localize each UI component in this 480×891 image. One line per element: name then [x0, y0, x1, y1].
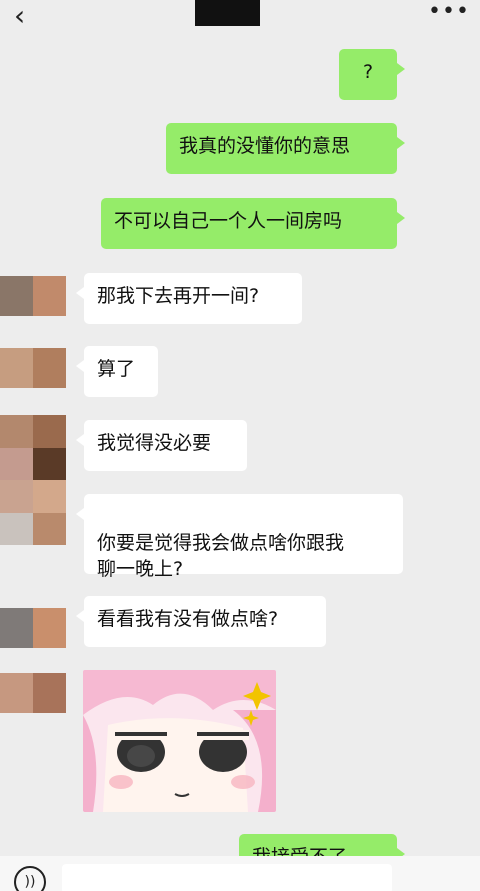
more-icon[interactable]: •••	[428, 1, 470, 23]
avatar[interactable]	[0, 673, 66, 713]
message-text: 你要是觉得我会做点啥你跟我 聊一晚上?	[97, 532, 345, 580]
avatar[interactable]	[0, 348, 66, 388]
message-bubble-received[interactable]: 那我下去再开一间?	[76, 273, 302, 324]
message-text: ?	[362, 61, 374, 83]
message-bubble-received[interactable]: 算了	[76, 346, 158, 397]
avatar[interactable]	[0, 276, 66, 316]
avatar[interactable]	[0, 415, 66, 545]
message-bubble-sent[interactable]: 我真的没懂你的意思	[166, 123, 405, 174]
message-text: 我觉得没必要	[97, 432, 212, 454]
message-text: 不可以自己一个人一间房吗	[114, 210, 343, 232]
avatar[interactable]	[0, 608, 66, 648]
anime-girl-sticker[interactable]	[83, 670, 276, 812]
message-bubble-received[interactable]: 看看我有没有做点啥?	[76, 596, 326, 647]
message-bubble-received[interactable]: 你要是觉得我会做点啥你跟我 聊一晚上?	[76, 494, 403, 580]
message-bubble-sent[interactable]: 不可以自己一个人一间房吗	[101, 198, 405, 249]
message-text: 看看我有没有做点啥?	[97, 608, 279, 630]
message-text: 我真的没懂你的意思	[179, 135, 351, 157]
message-bubble-sent[interactable]: ?	[339, 49, 405, 100]
message-text: 那我下去再开一间?	[97, 285, 260, 307]
message-text: 算了	[97, 358, 136, 380]
message-input[interactable]	[62, 864, 392, 891]
redacted-chat-title	[195, 0, 260, 26]
message-bubble-received[interactable]: 我觉得没必要	[76, 420, 247, 471]
sticker-image	[83, 670, 276, 812]
back-chevron-icon[interactable]: ‹	[14, 2, 44, 32]
chat-header: ‹ •••	[0, 0, 480, 40]
voice-icon[interactable]: ))	[14, 866, 46, 891]
